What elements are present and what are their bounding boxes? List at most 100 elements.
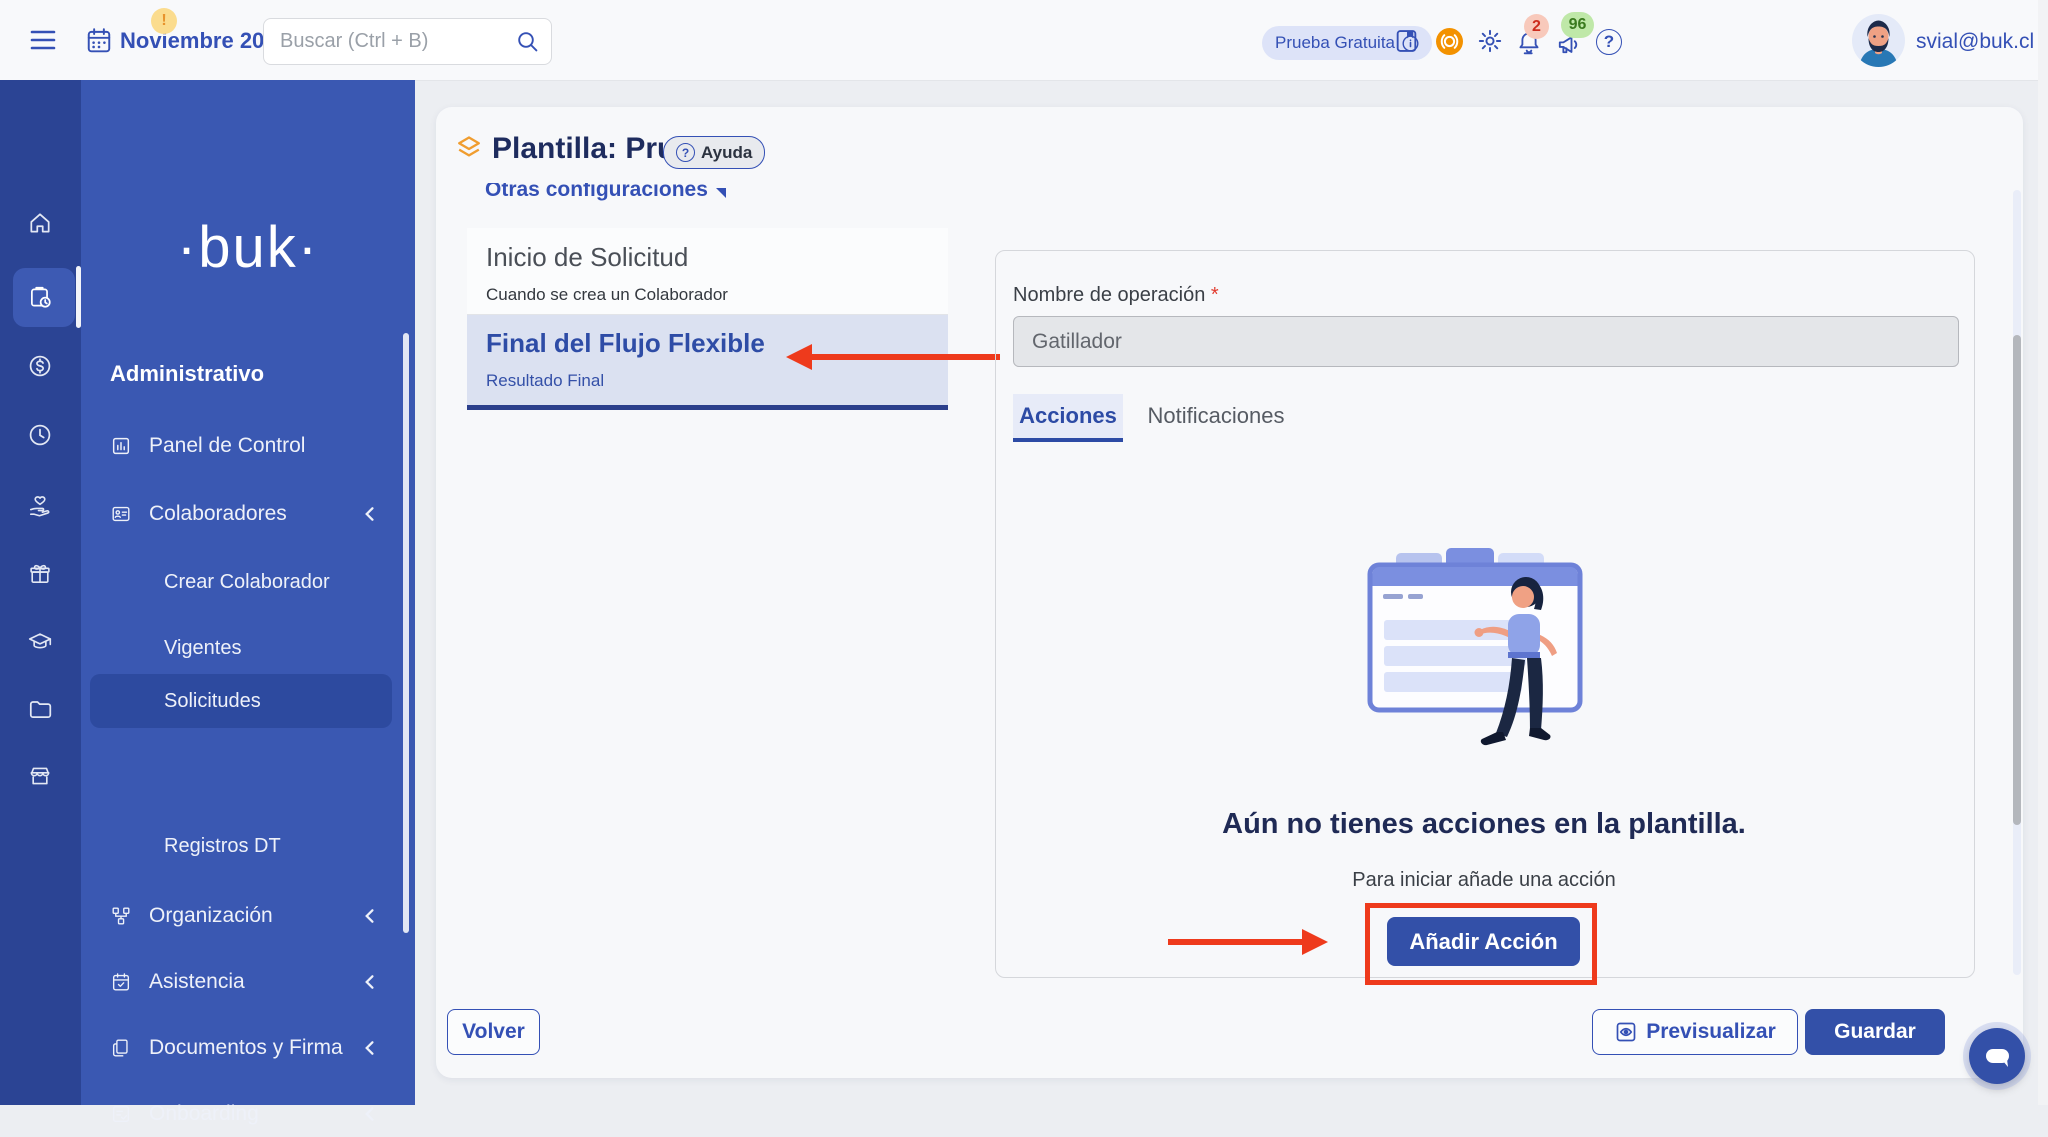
flow-step-final[interactable]: Final del Flujo Flexible Resultado Final — [467, 315, 948, 410]
chevron-left-icon — [362, 1106, 376, 1122]
search-box — [263, 18, 552, 65]
empty-state-illustration — [1360, 540, 1600, 755]
help-icon[interactable]: ? — [1596, 29, 1622, 55]
files-folder-icon[interactable] — [27, 696, 53, 722]
annotation-arrow-right-line — [1168, 939, 1304, 945]
training-graduation-cap-icon[interactable] — [27, 629, 53, 655]
buk-logo: ·buk· — [81, 214, 415, 281]
tab-acciones[interactable]: Acciones — [1013, 394, 1123, 442]
annotation-arrow-left-line — [810, 354, 1000, 360]
documents-icon — [110, 1037, 132, 1059]
chat-fab-button[interactable] — [1969, 1028, 2025, 1084]
user-email[interactable]: svial@buk.cl — [1916, 30, 2034, 54]
add-action-label: Añadir Acción — [1409, 929, 1557, 955]
other-configurations-link[interactable]: Otras configuraciones — [485, 183, 726, 206]
tab-label: Notificaciones — [1148, 403, 1285, 429]
template-layers-icon — [455, 134, 483, 164]
sidebar-item-crear-colaborador[interactable]: Crear Colaborador — [90, 559, 466, 605]
trial-badge-label: Prueba Gratuita — [1275, 33, 1395, 53]
chevron-left-icon — [362, 974, 376, 990]
sidebar-item-organizacion[interactable]: Organización — [90, 893, 392, 939]
sidebar-item-label: Onboarding — [149, 1102, 259, 1126]
sidebar: ·buk· Administrativo Panel de Control Co… — [81, 80, 415, 1105]
chat-bubble-icon — [1969, 1028, 2025, 1084]
chevron-left-icon — [362, 1040, 376, 1056]
tab-label: Acciones — [1019, 403, 1117, 429]
flow-step-subtitle: Cuando se crea un Colaborador — [486, 285, 948, 305]
sidebar-item-documentos-y-firma[interactable]: Documentos y Firma — [90, 1025, 392, 1071]
announcements-count-badge: 96 — [1561, 12, 1594, 38]
sidebar-item-label: Vigentes — [164, 637, 241, 660]
sidebar-item-asistencia[interactable]: Asistencia — [90, 959, 392, 1005]
chevron-left-icon — [362, 506, 376, 522]
hamburger-menu-icon[interactable] — [30, 28, 56, 52]
gift-icon[interactable] — [27, 561, 53, 587]
save-button-label: Guardar — [1834, 1020, 1916, 1044]
preview-button[interactable]: Previsualizar — [1592, 1009, 1798, 1055]
back-button[interactable]: Volver — [447, 1009, 540, 1055]
sidebar-item-label: Colaboradores — [149, 502, 287, 526]
question-icon: ? — [676, 143, 695, 162]
operation-name-field — [1013, 316, 1959, 367]
sidebar-section-label: Administrativo — [110, 361, 264, 387]
module-rail — [0, 80, 81, 1105]
notifications-count-badge: 2 — [1524, 14, 1549, 39]
page-scrollbar[interactable] — [2038, 0, 2048, 1105]
preview-eye-icon — [1614, 1020, 1638, 1044]
avatar[interactable] — [1852, 14, 1905, 67]
sidebar-item-label: Asistencia — [149, 970, 245, 994]
sidebar-item-panel-de-control[interactable]: Panel de Control — [90, 423, 392, 469]
payroll-coin-icon[interactable] — [27, 353, 53, 379]
calendar-icon[interactable] — [86, 27, 112, 54]
settings-gear-icon[interactable] — [1477, 28, 1503, 54]
flow-step-title: Inicio de Solicitud — [486, 242, 948, 273]
flow-step-inicio[interactable]: Inicio de Solicitud Cuando se crea un Co… — [467, 228, 948, 315]
period-alert-badge: ! — [151, 8, 177, 34]
sidebar-item-solicitudes[interactable]: Solicitudes — [90, 678, 466, 724]
time-clock-icon[interactable] — [27, 422, 53, 448]
search-input[interactable] — [278, 20, 512, 63]
chevron-left-icon — [362, 908, 376, 924]
sidebar-item-colaboradores[interactable]: Colaboradores — [90, 491, 392, 537]
sidebar-item-label: Organización — [149, 904, 273, 928]
sidebar-item-label: Documentos y Firma — [149, 1036, 343, 1060]
required-asterisk: * — [1211, 284, 1219, 306]
benefits-hand-heart-icon[interactable] — [27, 493, 53, 519]
help-button-label: Ayuda — [701, 143, 752, 163]
empty-state-title: Aún no tienes acciones en la plantilla. — [995, 808, 1973, 841]
sidebar-item-label: Registros DT — [164, 835, 281, 858]
save-button[interactable]: Guardar — [1805, 1009, 1945, 1055]
help-button[interactable]: ? Ayuda — [663, 136, 765, 169]
sidebar-item-vigentes[interactable]: Vigentes — [90, 625, 466, 671]
sidebar-item-label: Panel de Control — [149, 434, 305, 458]
requests-clipboard-icon[interactable] — [27, 284, 53, 310]
sidebar-item-onboarding[interactable]: Onboarding — [90, 1091, 392, 1137]
annotation-arrow-right-head — [1302, 929, 1328, 955]
add-action-button[interactable]: Añadir Acción — [1387, 917, 1580, 966]
bookmark-icon[interactable] — [1394, 28, 1419, 54]
card-scrollbar-thumb[interactable] — [2013, 335, 2021, 825]
operation-name-input[interactable] — [1030, 318, 1934, 365]
caret-icon — [716, 188, 726, 198]
calendar-check-icon — [110, 971, 132, 993]
preview-button-label: Previsualizar — [1646, 1020, 1776, 1044]
flow-step-subtitle: Resultado Final — [486, 371, 948, 391]
search-icon[interactable] — [516, 30, 539, 53]
operation-name-label-text: Nombre de operación — [1013, 284, 1205, 306]
marketplace-storefront-icon[interactable] — [27, 763, 53, 789]
operation-name-label: Nombre de operación * — [1013, 284, 1219, 307]
sidebar-item-label: Solicitudes — [164, 690, 261, 713]
home-icon[interactable] — [27, 210, 53, 236]
dashboard-icon — [110, 435, 132, 457]
tab-notificaciones[interactable]: Notificaciones — [1136, 394, 1296, 438]
topbar: Noviembre 2025 ! Prueba Gratuita — [0, 0, 2048, 81]
org-chart-icon — [110, 905, 132, 927]
sidebar-item-registros-dt[interactable]: Registros DT — [90, 823, 466, 869]
id-card-icon — [110, 503, 132, 525]
back-button-label: Volver — [462, 1020, 525, 1044]
checklist-icon — [110, 1103, 132, 1125]
empty-state-subtitle: Para iniciar añade una acción — [995, 869, 1973, 892]
other-configurations-label: Otras configuraciones — [485, 183, 708, 202]
community-icon[interactable] — [1436, 28, 1463, 55]
sidebar-scrollbar[interactable] — [403, 333, 409, 933]
